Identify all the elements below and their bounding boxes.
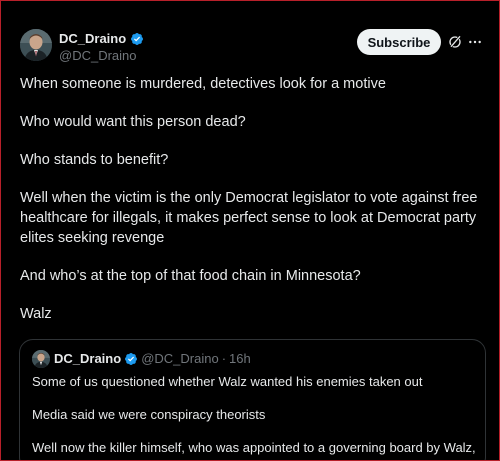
tweet-paragraph: Who stands to benefit? xyxy=(20,152,169,168)
quoted-tweet-card[interactable]: DC_Draino @DC_Draino · 16h Some of us qu… xyxy=(19,339,486,460)
author-info: DC_Draino @DC_Draino xyxy=(59,31,144,64)
verified-badge-icon xyxy=(131,33,144,45)
more-icon[interactable] xyxy=(467,34,483,50)
quoted-tweet-text: Some of us questioned whether Walz wante… xyxy=(32,373,477,460)
avatar-image xyxy=(20,29,52,61)
tweet-paragraph: When someone is murdered, detectives loo… xyxy=(20,76,386,92)
author-name-row[interactable]: DC_Draino xyxy=(59,31,144,47)
tweet-paragraph: And who’s at the top of that food chain … xyxy=(20,268,361,284)
quoted-paragraph: Well now the killer himself, who was app… xyxy=(32,440,477,455)
verified-badge-icon xyxy=(125,353,138,365)
subscribe-button[interactable]: Subscribe xyxy=(357,29,441,55)
quoted-avatar-image xyxy=(32,350,50,368)
author-avatar[interactable] xyxy=(20,29,52,61)
quoted-paragraph: Some of us questioned whether Walz wante… xyxy=(32,374,423,389)
quoted-tweet-timestamp[interactable]: 16h xyxy=(229,350,251,368)
previous-post-fragment xyxy=(1,1,499,3)
tweet-paragraph: Well when the victim is the only Democra… xyxy=(20,190,478,246)
author-handle[interactable]: @DC_Draino xyxy=(59,48,144,64)
tweet-frame: DC_Draino @DC_Draino Subscribe When some… xyxy=(0,0,500,461)
quoted-author-avatar[interactable] xyxy=(32,350,50,368)
grok-icon[interactable] xyxy=(447,34,463,50)
tweet-paragraph: Who would want this person dead? xyxy=(20,114,246,130)
quoted-author-name[interactable]: DC_Draino xyxy=(54,350,121,368)
quoted-tweet-header: DC_Draino @DC_Draino · 16h xyxy=(54,350,251,368)
separator-dot: · xyxy=(221,351,227,366)
tweet-paragraph: Walz xyxy=(20,306,52,322)
quoted-author-handle[interactable]: @DC_Draino xyxy=(141,350,219,368)
author-display-name[interactable]: DC_Draino xyxy=(59,31,126,47)
quoted-paragraph: Media said we were conspiracy theorists xyxy=(32,407,266,422)
tweet-text: When someone is murdered, detectives loo… xyxy=(20,74,485,342)
